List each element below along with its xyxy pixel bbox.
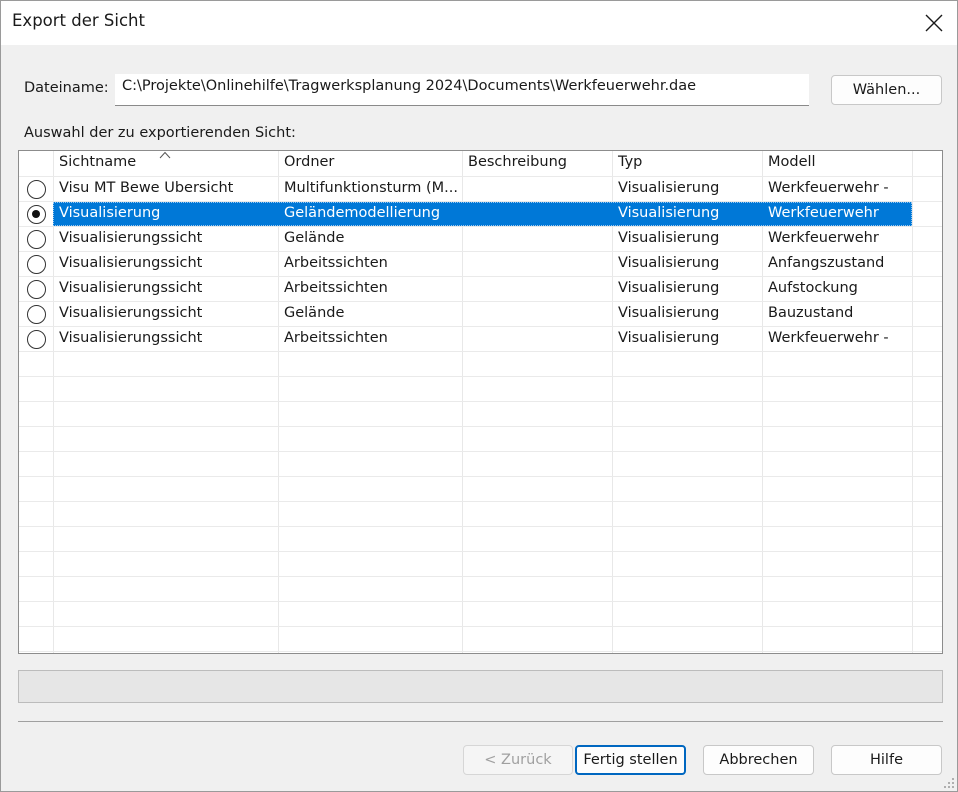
grid-row-line: [19, 501, 942, 502]
grid-row-line: [19, 601, 942, 602]
cell-typ: Visualisierung: [618, 305, 720, 321]
filename-label: Dateiname:: [24, 80, 109, 96]
grid-row-line: [19, 526, 942, 527]
row-radio-button[interactable]: [27, 230, 46, 249]
column-header-ordner[interactable]: Ordner: [284, 154, 334, 170]
cell-typ: Visualisierung: [618, 230, 720, 246]
dialog-title: Export der Sicht: [12, 11, 145, 30]
filename-field[interactable]: C:\Projekte\Onlinehilfe\Tragwerksplanung…: [115, 74, 809, 106]
progress-bar: [18, 670, 943, 703]
table-header: Sichtname Ordner Beschreibung Typ Modell: [19, 151, 942, 177]
cell-modell: Bauzustand: [768, 305, 854, 321]
grid-row-line: [19, 426, 942, 427]
grid-row-line: [19, 626, 942, 627]
cell-ordner: Arbeitssichten: [284, 280, 388, 296]
row-radio-button[interactable]: [27, 255, 46, 274]
cell-ordner: Arbeitssichten: [284, 255, 388, 271]
selection-label: Auswahl der zu exportierenden Sicht:: [24, 125, 296, 141]
row-radio-button[interactable]: [27, 280, 46, 299]
table-row[interactable]: Visualisierungssicht Arbeitssichten Visual…: [19, 327, 942, 352]
cell-sichtname: Visualisierungssicht: [59, 230, 203, 246]
grid-row-line: [19, 651, 942, 652]
cell-ordner: Gelände: [284, 305, 345, 321]
grid-row-line: [19, 376, 942, 377]
close-button[interactable]: [911, 1, 957, 45]
table-row[interactable]: Visu MT Bewe Übersicht Multifunktionsturm…: [19, 177, 942, 202]
cell-modell: Werkfeuerwehr: [768, 205, 879, 221]
help-button[interactable]: Hilfe: [831, 745, 942, 775]
cell-sichtname: Visu MT Bewe Übersicht: [59, 180, 234, 196]
cell-modell: Aufstockung: [768, 280, 858, 296]
grid-row-line: [19, 451, 942, 452]
cell-ordner: Multifunktionsturm (M...: [284, 180, 458, 196]
grid-row-line: [19, 551, 942, 552]
sort-ascending-icon: [159, 151, 171, 159]
column-header-beschreibung[interactable]: Beschreibung: [468, 154, 567, 170]
table-row[interactable]: Visualisierungssicht Arbeitssichten Visual…: [19, 252, 942, 277]
row-radio-button[interactable]: [27, 205, 46, 224]
row-radio-button[interactable]: [27, 330, 46, 349]
cell-sichtname: Visualisierungssicht: [59, 280, 203, 296]
grid-row-line: [19, 401, 942, 402]
choose-button[interactable]: Wählen...: [831, 75, 942, 105]
cell-typ: Visualisierung: [618, 180, 720, 196]
cell-modell: Werkfeuerwehr -: [768, 330, 889, 346]
cell-sichtname: Visualisierungssicht: [59, 305, 203, 321]
export-view-dialog: Export der Sicht Dateiname: C:\Projekte\…: [0, 0, 958, 792]
cell-sichtname: Visualisierungssicht: [59, 255, 203, 271]
cell-typ: Visualisierung: [618, 330, 720, 346]
cell-ordner: Gelände: [284, 230, 345, 246]
cell-typ: Visualisierung: [618, 255, 720, 271]
cell-modell: Werkfeuerwehr: [768, 230, 879, 246]
cell-sichtname: Visualisierung: [59, 205, 161, 221]
views-table[interactable]: Sichtname Ordner Beschreibung Typ Modell…: [18, 150, 943, 654]
close-icon: [925, 14, 943, 32]
cell-sichtname: Visualisierungssicht: [59, 330, 203, 346]
back-button[interactable]: < Zurück: [463, 745, 573, 775]
cell-typ: Visualisierung: [618, 280, 720, 296]
finish-button[interactable]: Fertig stellen: [575, 745, 686, 775]
column-header-sichtname[interactable]: Sichtname: [59, 154, 136, 170]
table-row[interactable]: Visualisierungssicht Gelände Visualisierun…: [19, 302, 942, 327]
separator-line: [18, 721, 943, 722]
cell-ordner: Arbeitssichten: [284, 330, 388, 346]
table-row[interactable]: Visualisierung Geländemodellierung Visuali…: [19, 202, 942, 227]
grid-row-line: [19, 476, 942, 477]
cell-modell: Werkfeuerwehr -: [768, 180, 889, 196]
column-header-typ[interactable]: Typ: [618, 154, 642, 170]
table-row[interactable]: Visualisierungssicht Gelände Visualisierun…: [19, 227, 942, 252]
grid-row-line: [19, 576, 942, 577]
cell-ordner: Geländemodellierung: [284, 205, 441, 221]
cell-modell: Anfangszustand: [768, 255, 885, 271]
row-radio-button[interactable]: [27, 305, 46, 324]
table-row[interactable]: Visualisierungssicht Arbeitssichten Visual…: [19, 277, 942, 302]
resize-grip-icon[interactable]: [943, 777, 955, 789]
row-radio-button[interactable]: [27, 180, 46, 199]
title-bar: Export der Sicht: [1, 1, 957, 45]
cancel-button[interactable]: Abbrechen: [703, 745, 814, 775]
column-header-modell[interactable]: Modell: [768, 154, 816, 170]
cell-typ: Visualisierung: [618, 205, 720, 221]
